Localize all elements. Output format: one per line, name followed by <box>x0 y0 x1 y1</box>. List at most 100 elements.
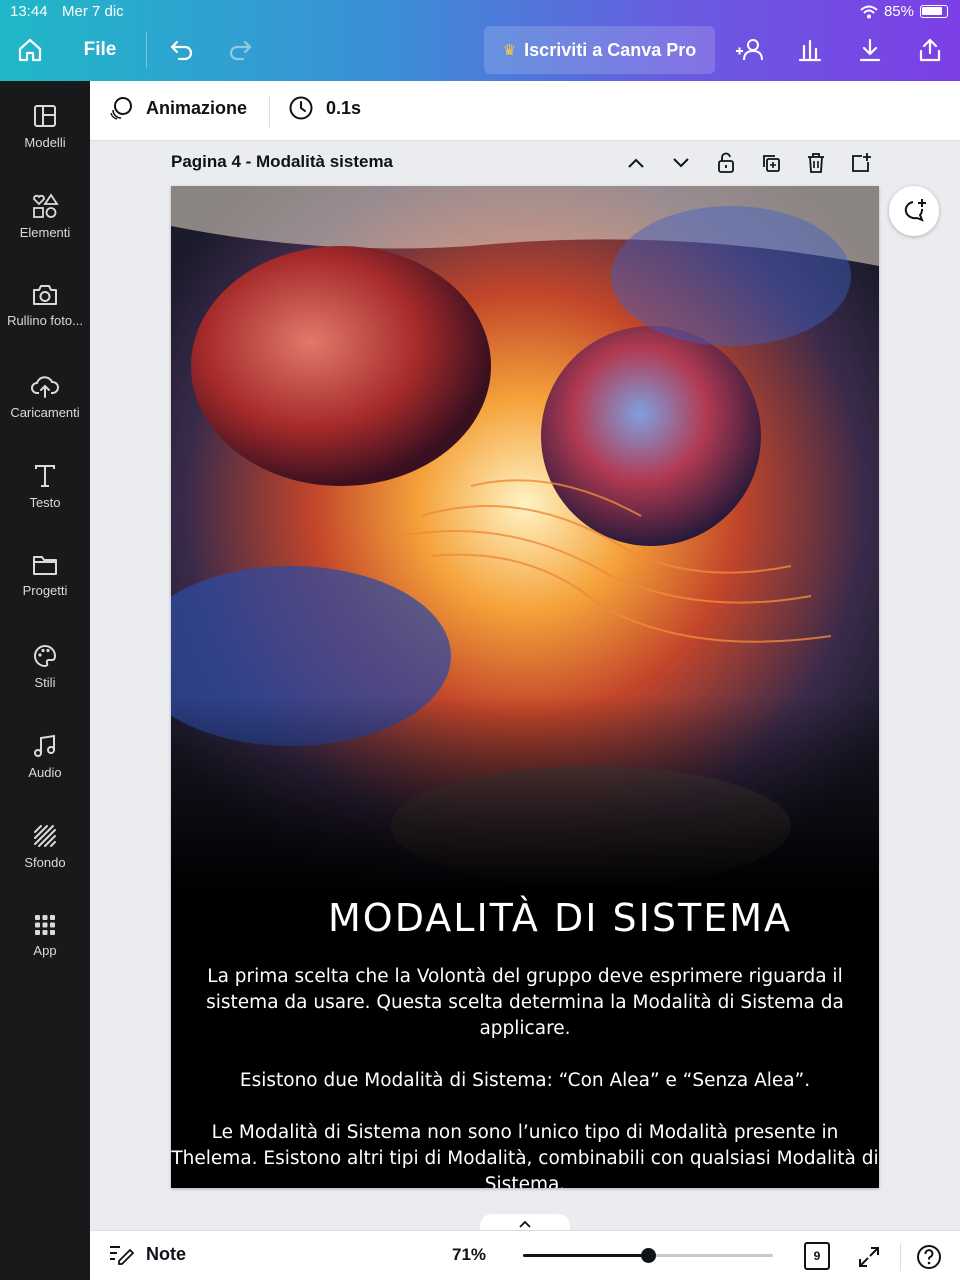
wifi-icon <box>860 5 878 18</box>
toolbar-divider <box>269 95 270 127</box>
sidebar-item-label: Stili <box>34 675 56 690</box>
sidebar-item-label: Audio <box>28 765 62 780</box>
page-down-button[interactable] <box>668 150 694 176</box>
home-icon <box>18 38 42 62</box>
notes-pencil-icon <box>110 1246 134 1265</box>
animation-icon <box>110 97 132 120</box>
duplicate-page-button[interactable] <box>758 150 784 176</box>
text-icon <box>35 465 55 487</box>
trash-icon <box>808 153 824 173</box>
file-menu-button[interactable]: File <box>70 24 130 76</box>
chevron-up-icon <box>519 1220 531 1228</box>
slide-body-text[interactable]: La prima scelta che la Volontà del grupp… <box>171 964 879 1188</box>
bottom-bar: Note 71% 9 <box>90 1230 960 1280</box>
crown-icon: ♛ <box>502 42 517 59</box>
sidebar-item-testo[interactable]: Testo <box>0 463 90 543</box>
add-page-icon <box>852 153 871 172</box>
sidebar-item-elementi[interactable]: Elementi <box>0 193 90 273</box>
undo-icon <box>170 40 193 61</box>
expand-icon <box>859 1247 879 1267</box>
add-comment-button[interactable] <box>889 186 939 236</box>
sidebar-item-label: Rullino foto... <box>7 313 83 328</box>
zoom-level[interactable]: 71% <box>452 1245 486 1265</box>
lock-page-button[interactable] <box>713 150 739 176</box>
camera-icon <box>33 285 57 305</box>
battery-percent: 85% <box>883 3 914 20</box>
canva-pro-button[interactable]: ♛ Iscriviti a Canva Pro <box>484 26 715 74</box>
page-title[interactable]: Pagina 4 - Modalità sistema <box>171 152 393 172</box>
context-toolbar: Animazione 0.1s <box>90 81 960 141</box>
sidebar-item-audio[interactable]: Audio <box>0 733 90 813</box>
upload-cloud-icon <box>31 376 59 398</box>
sidebar-item-modelli[interactable]: Modelli <box>0 103 90 183</box>
sidebar-item-rullino-foto[interactable]: Rullino foto... <box>0 283 90 363</box>
notes-button[interactable]: Note <box>108 1243 186 1265</box>
duration-button[interactable]: 0.1s <box>288 95 361 121</box>
add-people-icon <box>736 39 763 61</box>
toolbar-divider <box>146 32 147 68</box>
help-icon <box>917 1245 941 1269</box>
help-button[interactable] <box>914 1242 944 1272</box>
palette-icon <box>34 644 57 668</box>
bar-chart-icon <box>798 39 822 62</box>
animation-label: Animazione <box>146 97 248 118</box>
left-sidebar: Modelli Elementi Rullino foto... Caricam… <box>0 81 90 1280</box>
sidebar-item-label: App <box>33 943 57 958</box>
body-paragraph: Le Modalità di Sistema non sono l’unico … <box>171 1122 879 1188</box>
share-people-button[interactable] <box>730 24 770 76</box>
templates-icon <box>34 105 56 127</box>
share-upload-icon <box>919 38 941 62</box>
unlock-icon <box>718 152 734 173</box>
bottom-divider <box>900 1243 901 1271</box>
download-button[interactable] <box>850 24 890 76</box>
comment-add-icon <box>904 199 926 222</box>
sidebar-item-sfondo[interactable]: Sfondo <box>0 823 90 903</box>
download-icon <box>859 38 881 62</box>
body-paragraph: La prima scelta che la Volontà del grupp… <box>206 966 844 1039</box>
clock-icon <box>289 96 313 120</box>
canva-pro-label: Iscriviti a Canva Pro <box>524 39 697 60</box>
redo-icon <box>229 40 252 61</box>
sidebar-item-label: Testo <box>29 495 61 510</box>
sidebar-item-label: Modelli <box>24 135 66 150</box>
chevron-up-icon <box>628 158 644 168</box>
design-canvas-page[interactable]: MODALITÀ DI SISTEMA La prima scelta che … <box>171 186 879 1188</box>
status-date: Mer 7 dic <box>62 3 124 20</box>
status-right: 85% <box>860 3 948 20</box>
delete-page-button[interactable] <box>803 150 829 176</box>
page-up-button[interactable] <box>623 150 649 176</box>
zoom-slider-fill <box>523 1254 648 1257</box>
chevron-down-icon <box>673 158 689 168</box>
music-note-icon <box>34 734 55 757</box>
elements-icon <box>33 193 59 218</box>
sidebar-item-label: Sfondo <box>24 855 66 870</box>
fullscreen-button[interactable] <box>854 1242 884 1272</box>
sidebar-item-label: Caricamenti <box>10 405 80 420</box>
notes-label: Note <box>146 1243 186 1264</box>
sidebar-item-label: Progetti <box>22 583 68 598</box>
sidebar-item-progetti[interactable]: Progetti <box>0 553 90 633</box>
undo-button[interactable] <box>162 24 202 76</box>
battery-icon <box>920 5 948 18</box>
apps-grid-icon <box>35 915 55 935</box>
body-paragraph: Esistono due Modalità di Sistema: “Con A… <box>239 1070 811 1091</box>
redo-button[interactable] <box>220 24 260 76</box>
zoom-slider[interactable] <box>523 1248 773 1263</box>
add-page-button[interactable] <box>848 150 874 176</box>
home-button[interactable] <box>8 24 52 76</box>
background-icon <box>34 825 56 847</box>
insights-button[interactable] <box>790 24 830 76</box>
page-count-button[interactable]: 9 <box>804 1242 830 1270</box>
duration-label: 0.1s <box>326 97 362 118</box>
share-button[interactable] <box>910 24 950 76</box>
zoom-slider-knob[interactable] <box>641 1248 656 1263</box>
sidebar-item-app[interactable]: App <box>0 913 90 993</box>
slide-heading[interactable]: MODALITÀ DI SISTEMA <box>171 896 879 940</box>
status-time: 13:44 <box>10 3 48 20</box>
sidebar-item-stili[interactable]: Stili <box>0 643 90 723</box>
animation-button[interactable]: Animazione <box>108 95 247 121</box>
top-bar: 13:44 Mer 7 dic 85% File ♛ Iscriviti a C… <box>0 0 960 81</box>
cosmic-anatomy-artwork[interactable] <box>171 186 879 894</box>
status-bar: 13:44 Mer 7 dic 85% <box>0 0 960 24</box>
sidebar-item-caricamenti[interactable]: Caricamenti <box>0 373 90 453</box>
